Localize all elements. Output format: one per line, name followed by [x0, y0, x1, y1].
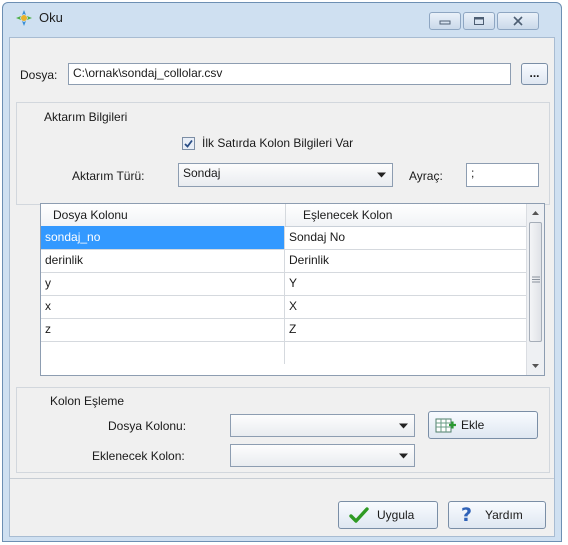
- table-cell[interactable]: x: [41, 295, 285, 318]
- button-bar: Uygula ? Yardım: [10, 478, 554, 537]
- table-cell[interactable]: Y: [285, 272, 528, 295]
- chevron-down-icon: [377, 172, 386, 178]
- dialog-window: Oku Dosya: C:\ornak\sondaj_collolar.csv …: [2, 2, 562, 542]
- minimize-button[interactable]: [429, 12, 461, 30]
- close-icon: [513, 16, 523, 26]
- minimize-icon: [439, 20, 451, 25]
- file-label: Dosya:: [20, 68, 58, 82]
- separator-label: Ayraç:: [409, 169, 443, 183]
- transfer-group-label: Aktarım Bilgileri: [44, 110, 128, 124]
- checkmark-icon: [184, 139, 193, 148]
- header-row-checkbox[interactable]: [182, 137, 195, 150]
- help-icon: ?: [461, 504, 473, 526]
- column-mapping-group-label: Kolon Eşleme: [50, 394, 125, 408]
- apply-button[interactable]: Uygula: [338, 501, 438, 529]
- table-cell[interactable]: Z: [285, 318, 528, 341]
- transfer-type-select[interactable]: Sondaj: [178, 163, 393, 187]
- maximize-button[interactable]: [463, 12, 495, 30]
- transfer-type-label: Aktarım Türü:: [72, 169, 145, 183]
- column-mapping-table: Dosya Kolonu Eşlenecek Kolon sondaj_no S…: [40, 203, 545, 376]
- add-table-icon: [435, 418, 456, 433]
- table-cell[interactable]: Sondaj No: [285, 226, 528, 249]
- dialog-client-area: Dosya: C:\ornak\sondaj_collolar.csv ... …: [9, 37, 555, 537]
- add-button-label: Ekle: [461, 418, 485, 432]
- table-cell[interactable]: sondaj_no: [41, 226, 285, 249]
- table-row[interactable]: y Y: [41, 272, 528, 296]
- table-row[interactable]: z Z: [41, 318, 528, 342]
- apply-button-label: Uygula: [377, 508, 415, 522]
- vertical-scrollbar[interactable]: [526, 204, 544, 375]
- file-column-label: Dosya Kolonu:: [108, 419, 187, 433]
- chevron-down-icon: [399, 423, 408, 428]
- table-cell[interactable]: y: [41, 272, 285, 295]
- file-path-input[interactable]: C:\ornak\sondaj_collolar.csv: [68, 63, 511, 85]
- chevron-down-icon: [399, 453, 408, 458]
- scroll-up-icon[interactable]: [527, 206, 544, 220]
- target-column-label: Eklenecek Kolon:: [92, 449, 185, 463]
- column-header-target[interactable]: Eşlenecek Kolon: [303, 208, 392, 222]
- column-header-file[interactable]: Dosya Kolonu: [53, 208, 128, 222]
- add-column-button[interactable]: Ekle: [428, 411, 538, 439]
- table-cell[interactable]: X: [285, 295, 528, 318]
- checkmark-icon: [349, 507, 369, 523]
- scroll-grip-icon: [532, 276, 540, 283]
- maximize-icon: [474, 17, 484, 25]
- app-icon: [16, 10, 32, 26]
- file-column-select[interactable]: [230, 414, 415, 437]
- close-button[interactable]: [497, 12, 539, 30]
- help-button[interactable]: ? Yardım: [448, 501, 546, 529]
- table-header: Dosya Kolonu Eşlenecek Kolon: [41, 204, 528, 227]
- table-row[interactable]: derinlik Derinlik: [41, 249, 528, 273]
- table-cell[interactable]: z: [41, 318, 285, 341]
- help-button-label: Yardım: [485, 508, 523, 522]
- header-row-checkbox-label: İlk Satırda Kolon Bilgileri Var: [202, 136, 354, 150]
- table-row[interactable]: x X: [41, 295, 528, 319]
- table-row-empty: [41, 341, 528, 364]
- separator-input[interactable]: ;: [466, 163, 539, 187]
- browse-button[interactable]: ...: [521, 63, 548, 85]
- title-bar[interactable]: Oku: [3, 3, 561, 33]
- table-row[interactable]: sondaj_no Sondaj No: [41, 226, 528, 250]
- transfer-type-value: Sondaj: [183, 166, 221, 180]
- target-column-select[interactable]: [230, 444, 415, 467]
- scroll-down-icon[interactable]: [527, 359, 544, 373]
- window-title: Oku: [39, 10, 63, 25]
- table-cell[interactable]: derinlik: [41, 249, 285, 272]
- table-cell[interactable]: Derinlik: [285, 249, 528, 272]
